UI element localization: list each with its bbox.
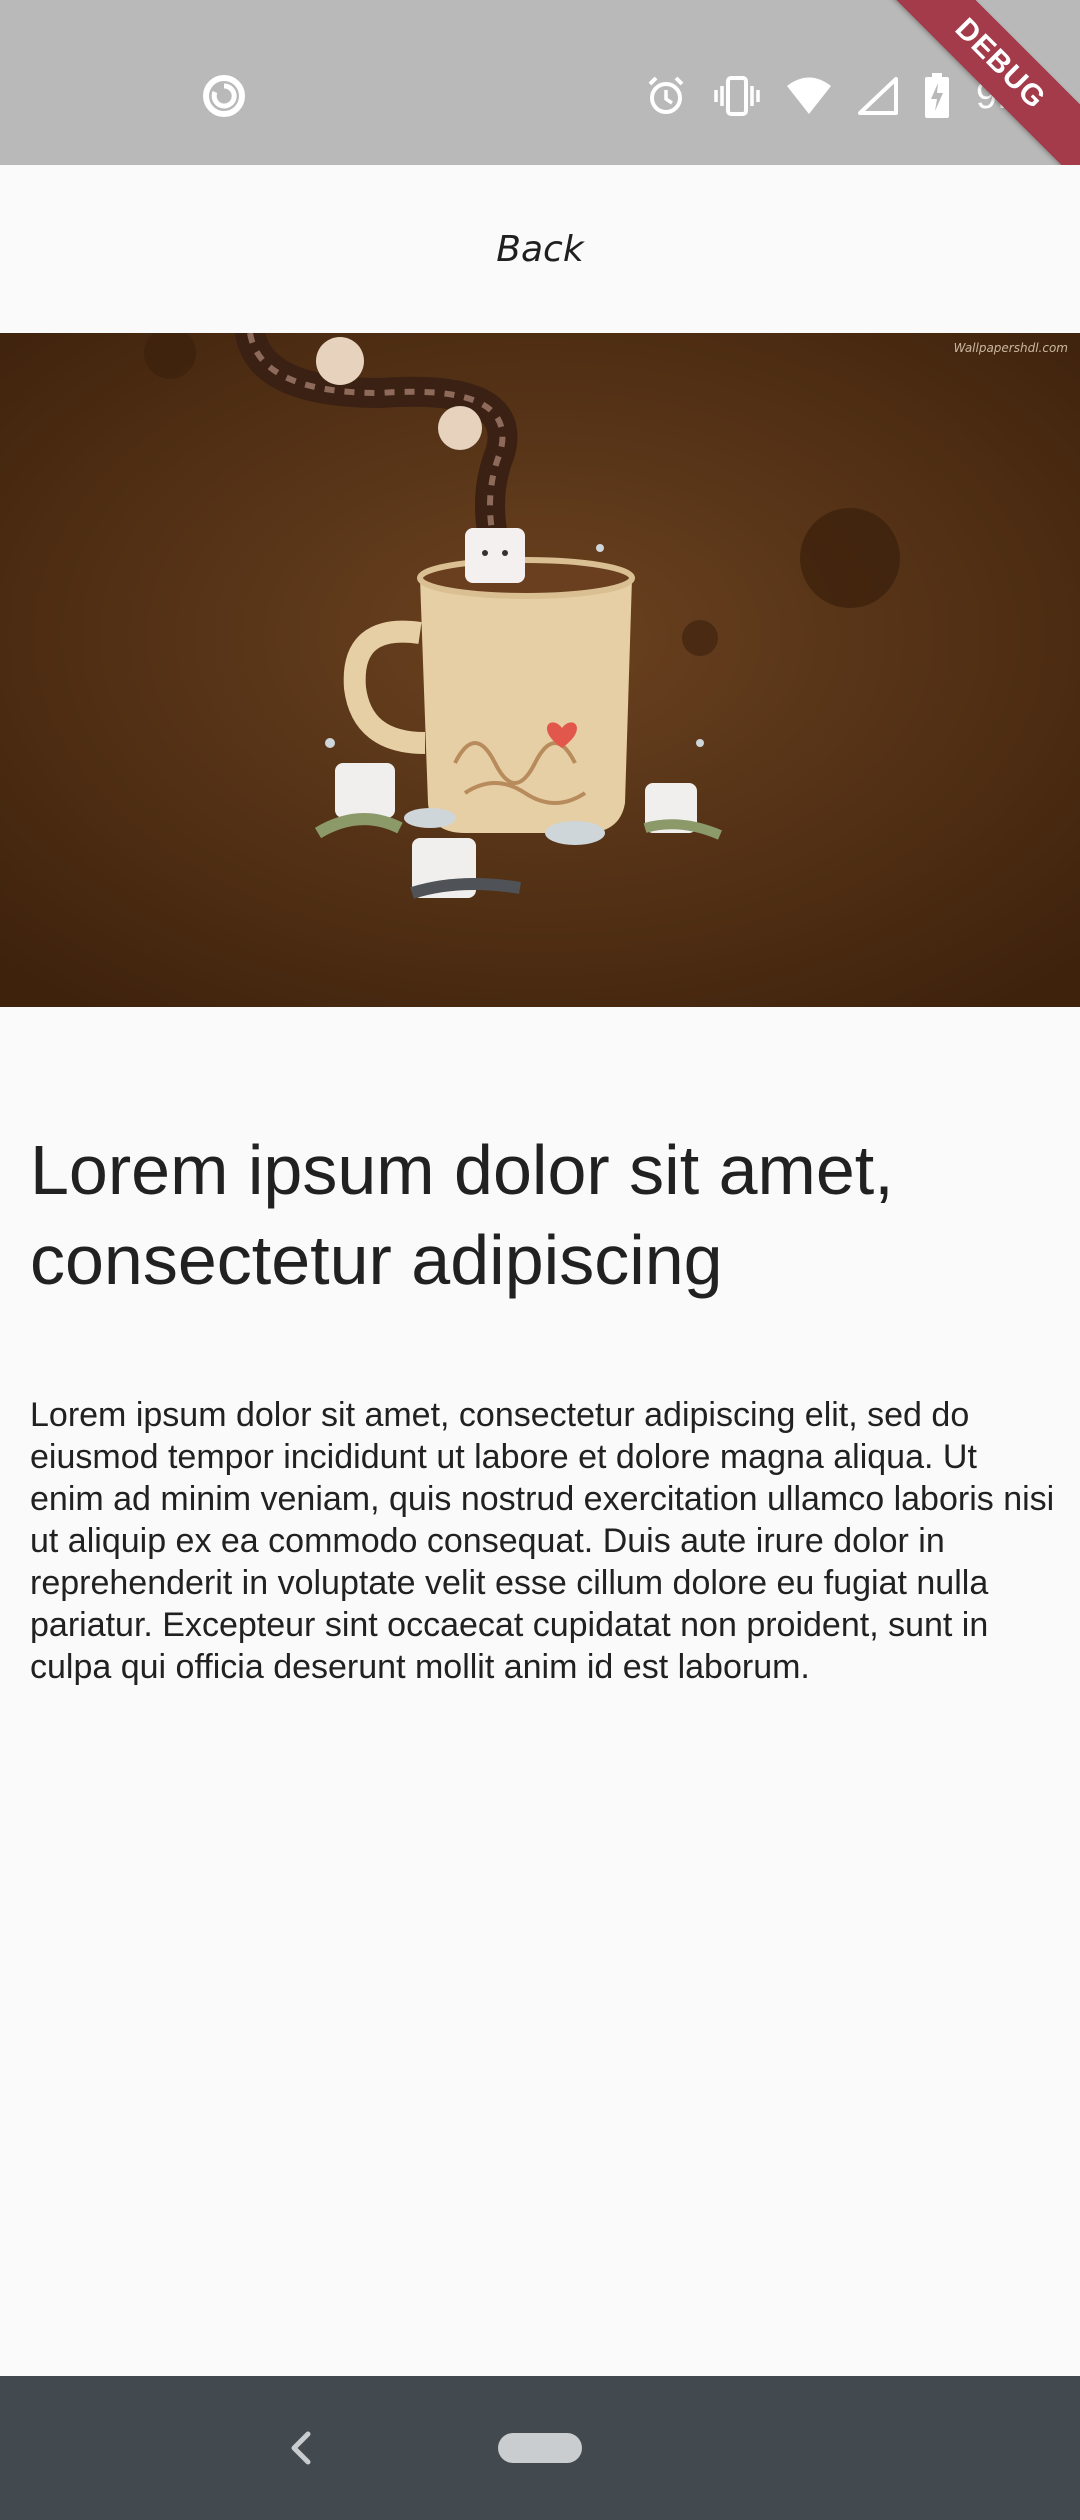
status-bar: 9:16 DEBUG [0, 0, 1080, 190]
wifi-icon [787, 77, 832, 114]
image-watermark: Wallpapershdl.com [953, 341, 1068, 355]
hero-image: Wallpapershdl.com [0, 333, 1080, 1007]
alarm-icon [648, 76, 684, 114]
body-paragraph: Lorem ipsum dolor sit amet, consectetur … [30, 1396, 1055, 1686]
home-pill-icon[interactable] [498, 2433, 582, 2463]
back-button[interactable]: Back [480, 215, 600, 285]
system-navigation-bar [0, 2376, 1080, 2520]
page-title: Lorem ipsum dolor sit amet, consectetur … [30, 1131, 894, 1299]
nav-back-icon[interactable] [280, 2418, 320, 2478]
battery-charging-icon [925, 73, 950, 118]
app-notification-icon [203, 75, 245, 117]
app-bar: Back [0, 165, 1080, 333]
vibrate-icon [714, 76, 760, 116]
signal-icon [858, 77, 899, 115]
cocoa-mug-illustration [0, 333, 1080, 1007]
